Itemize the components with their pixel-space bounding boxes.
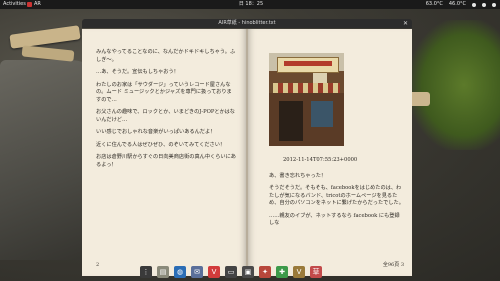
- shop-photo: [269, 53, 344, 146]
- browser-icon[interactable]: ◍: [174, 266, 186, 278]
- power-icon: [492, 2, 496, 7]
- gpu-temp: 46.0°C: [448, 1, 466, 7]
- desktop-wallpaper-stick: [9, 25, 81, 49]
- paragraph: お店は倉野川駅からすぐの日向美商店街の真ん中くらいにあるよっ！: [96, 154, 236, 168]
- system-status-area[interactable]: 63.0°C 46.0°C: [426, 0, 496, 9]
- desktop-wallpaper-moss: [410, 20, 500, 150]
- grid-apps-icon[interactable]: ⋮: [140, 266, 152, 278]
- mail-icon[interactable]: ✉: [191, 266, 203, 278]
- paragraph: ……親友のイブが、ネットするなら facebook にも登録しな: [269, 212, 400, 227]
- cpu-temp: 63.0°C: [425, 1, 443, 7]
- paragraph: 近くに住んでる人はぜひぜひ、のぞいてみてください！: [96, 141, 226, 148]
- files-icon[interactable]: ▤: [157, 266, 169, 278]
- right-page[interactable]: 2012-11-14T07:55:23+0000 あ、書き忘れちゃった！ そうだ…: [248, 29, 412, 276]
- vivaldi-snapshot-icon[interactable]: V: [293, 266, 305, 278]
- clock[interactable]: 日 18：25: [216, 0, 286, 9]
- window-titlebar[interactable]: AIR草紙 - hinoblitter.txt ✕: [82, 19, 412, 28]
- right-page-text: 2012-11-14T07:55:23+0000 あ、書き忘れちゃった！ そうだ…: [269, 157, 404, 233]
- paragraph: …あ、そうだ。宣伝もしちゃおう！: [96, 69, 179, 75]
- tools-icon[interactable]: ✚: [276, 266, 288, 278]
- window-title: AIR草紙 - hinoblitter.txt: [218, 20, 276, 26]
- terminal-icon[interactable]: ▭: [225, 266, 237, 278]
- network-icon: [472, 2, 476, 7]
- dock: ⋮ ▤ ◍ ✉ V ▭ ▣ ✦ ✚ V 草: [140, 264, 322, 280]
- paragraph: そうだそうだ。そもそも、facebookをはじめたのは、わたしが気になるバンド、…: [269, 185, 404, 206]
- page-number: 3: [400, 262, 404, 268]
- vivaldi-icon[interactable]: V: [208, 266, 220, 278]
- app-menu-label: AR: [34, 1, 41, 7]
- activities-button[interactable]: Activities: [3, 0, 26, 9]
- reader-icon[interactable]: 草: [310, 266, 322, 278]
- media-icon[interactable]: ▣: [242, 266, 254, 278]
- paragraph: いい感じでおしゃれな音楽がいっぱいあるんだよ！: [96, 129, 216, 135]
- page-number: 2: [96, 262, 100, 268]
- page-footer: 全96頁 3: [383, 261, 404, 268]
- reader-window: AIR草紙 - hinoblitter.txt ✕ みんなやってることなのに、な…: [82, 19, 412, 276]
- close-icon[interactable]: ✕: [403, 19, 408, 28]
- paragraph: わたしのお家は「サウダージ」っていうレコード屋さんなの。ムード ミュージックとか…: [96, 81, 232, 103]
- paragraph: お父さんの趣味で、ロックとか、いまどきのJ-POPとかはないんだけど…: [96, 109, 235, 123]
- paragraph: みんなやってることなのに、なんだかドキドキしちゃう。ふしぎ〜。: [96, 49, 236, 63]
- paragraph: あ、書き忘れちゃった！: [269, 172, 327, 179]
- top-bar: Activities AR 日 18：25 63.0°C 46.0°C: [0, 0, 500, 9]
- left-page-text: みんなやってることなのに、なんだかドキドキしちゃう。ふしぎ〜。 …あ、そうだ。宣…: [96, 49, 236, 174]
- left-page[interactable]: みんなやってることなのに、なんだかドキドキしちゃう。ふしぎ〜。 …あ、そうだ。宣…: [82, 29, 246, 276]
- post-date: 2012-11-14T07:55:23+0000: [283, 157, 358, 163]
- app-icon: [27, 2, 32, 7]
- page-count-label: 全96頁: [382, 262, 400, 268]
- palette-icon[interactable]: ✦: [259, 266, 271, 278]
- volume-icon: [482, 2, 486, 7]
- app-menu[interactable]: AR: [27, 0, 41, 9]
